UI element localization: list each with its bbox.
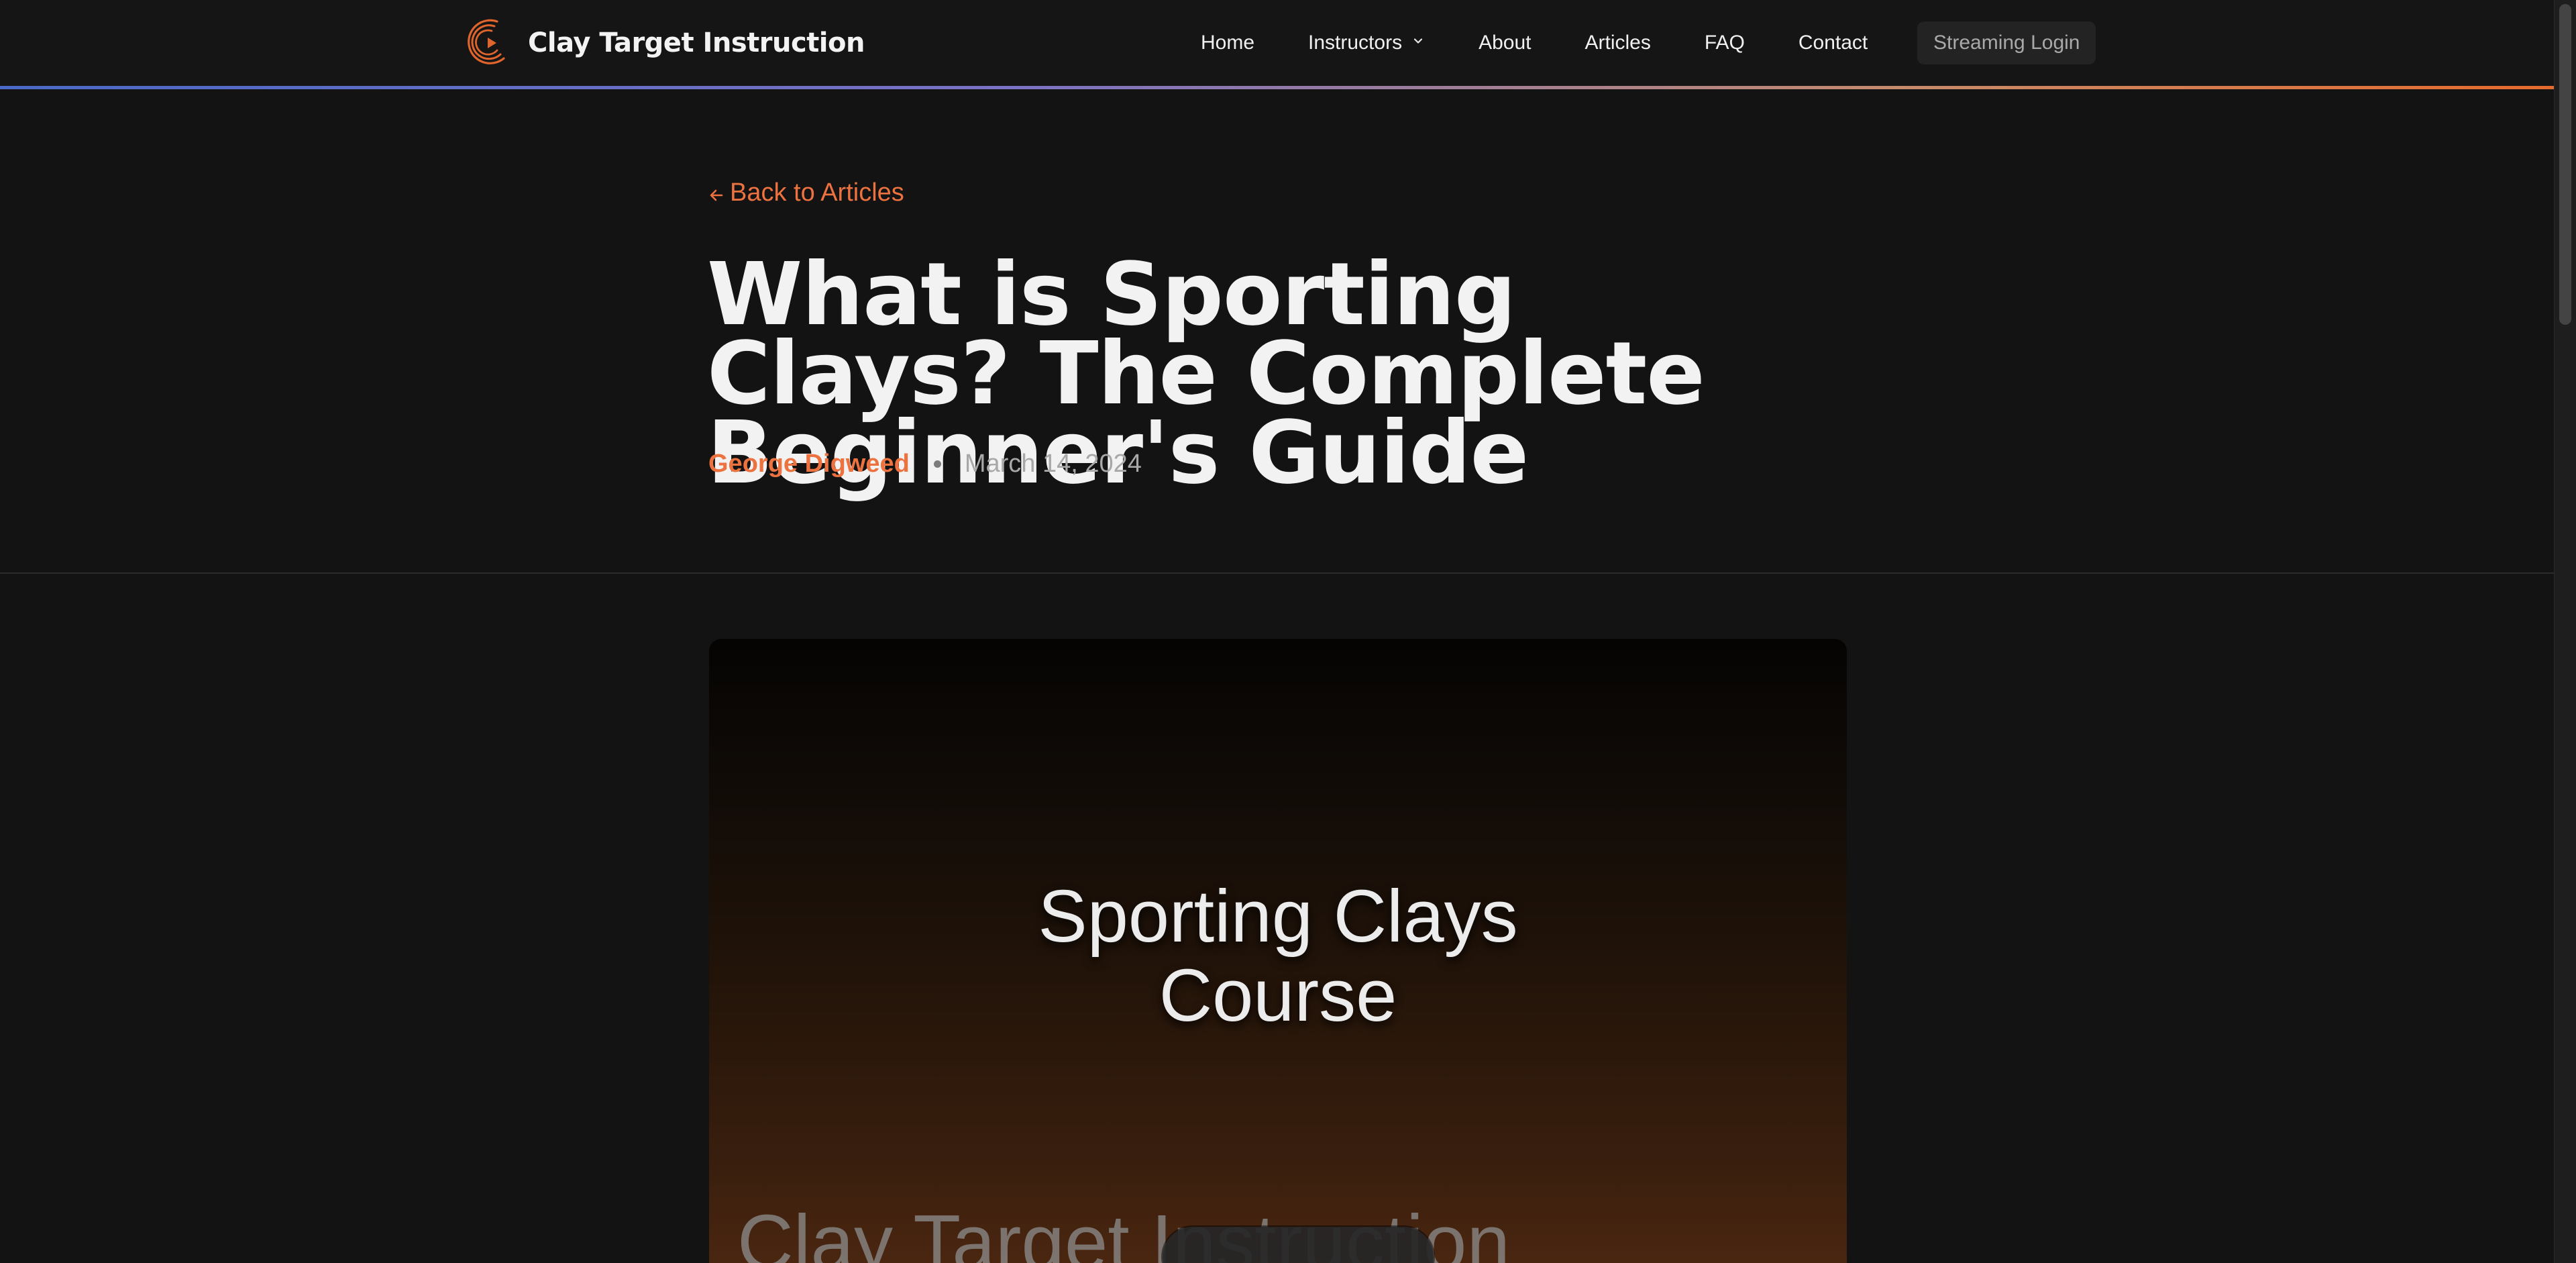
clay-target-play-logo-icon	[468, 19, 505, 64]
article-meta: George Digweed March 14, 2024	[708, 450, 1142, 478]
nav-home[interactable]: Home	[1201, 32, 1254, 54]
author-name: George Digweed	[708, 450, 910, 478]
back-to-articles-link[interactable]: Back to Articles	[708, 179, 904, 207]
brand-name: Clay Target Instruction	[528, 28, 865, 58]
brand-home-link[interactable]: Clay Target Instruction	[465, 15, 865, 71]
nav-instructors-dropdown[interactable]: Instructors	[1308, 32, 1424, 54]
nav-contact[interactable]: Contact	[1799, 32, 1868, 54]
header-accent-bar	[0, 86, 2555, 89]
hero-caption: Sporting Clays Course	[1038, 875, 1518, 1037]
site-header: Clay Target Instruction Home Instructors…	[0, 0, 2555, 86]
hero-image: Sporting Clays Course Clay Target Instru…	[709, 639, 1847, 1263]
nav-faq[interactable]: FAQ	[1705, 32, 1745, 54]
scrollbar-thumb[interactable]	[2559, 4, 2571, 325]
page-scrollbar[interactable]	[2554, 0, 2576, 1263]
nav-about[interactable]: About	[1479, 32, 1531, 54]
floating-toolbar[interactable]	[1163, 1227, 1434, 1263]
back-to-articles-label: Back to Articles	[730, 179, 904, 207]
nav-articles[interactable]: Articles	[1585, 32, 1650, 54]
publish-date: March 14, 2024	[964, 450, 1142, 478]
main-nav: Home Instructors About Articles FAQ Cont…	[1201, 0, 2096, 86]
section-divider	[0, 572, 2555, 574]
arrow-left-icon	[710, 189, 723, 201]
meta-separator-dot	[933, 460, 941, 468]
chevron-down-icon	[1413, 38, 1423, 44]
streaming-login-button[interactable]: Streaming Login	[1917, 21, 2096, 64]
nav-instructors-label: Instructors	[1308, 32, 1403, 54]
